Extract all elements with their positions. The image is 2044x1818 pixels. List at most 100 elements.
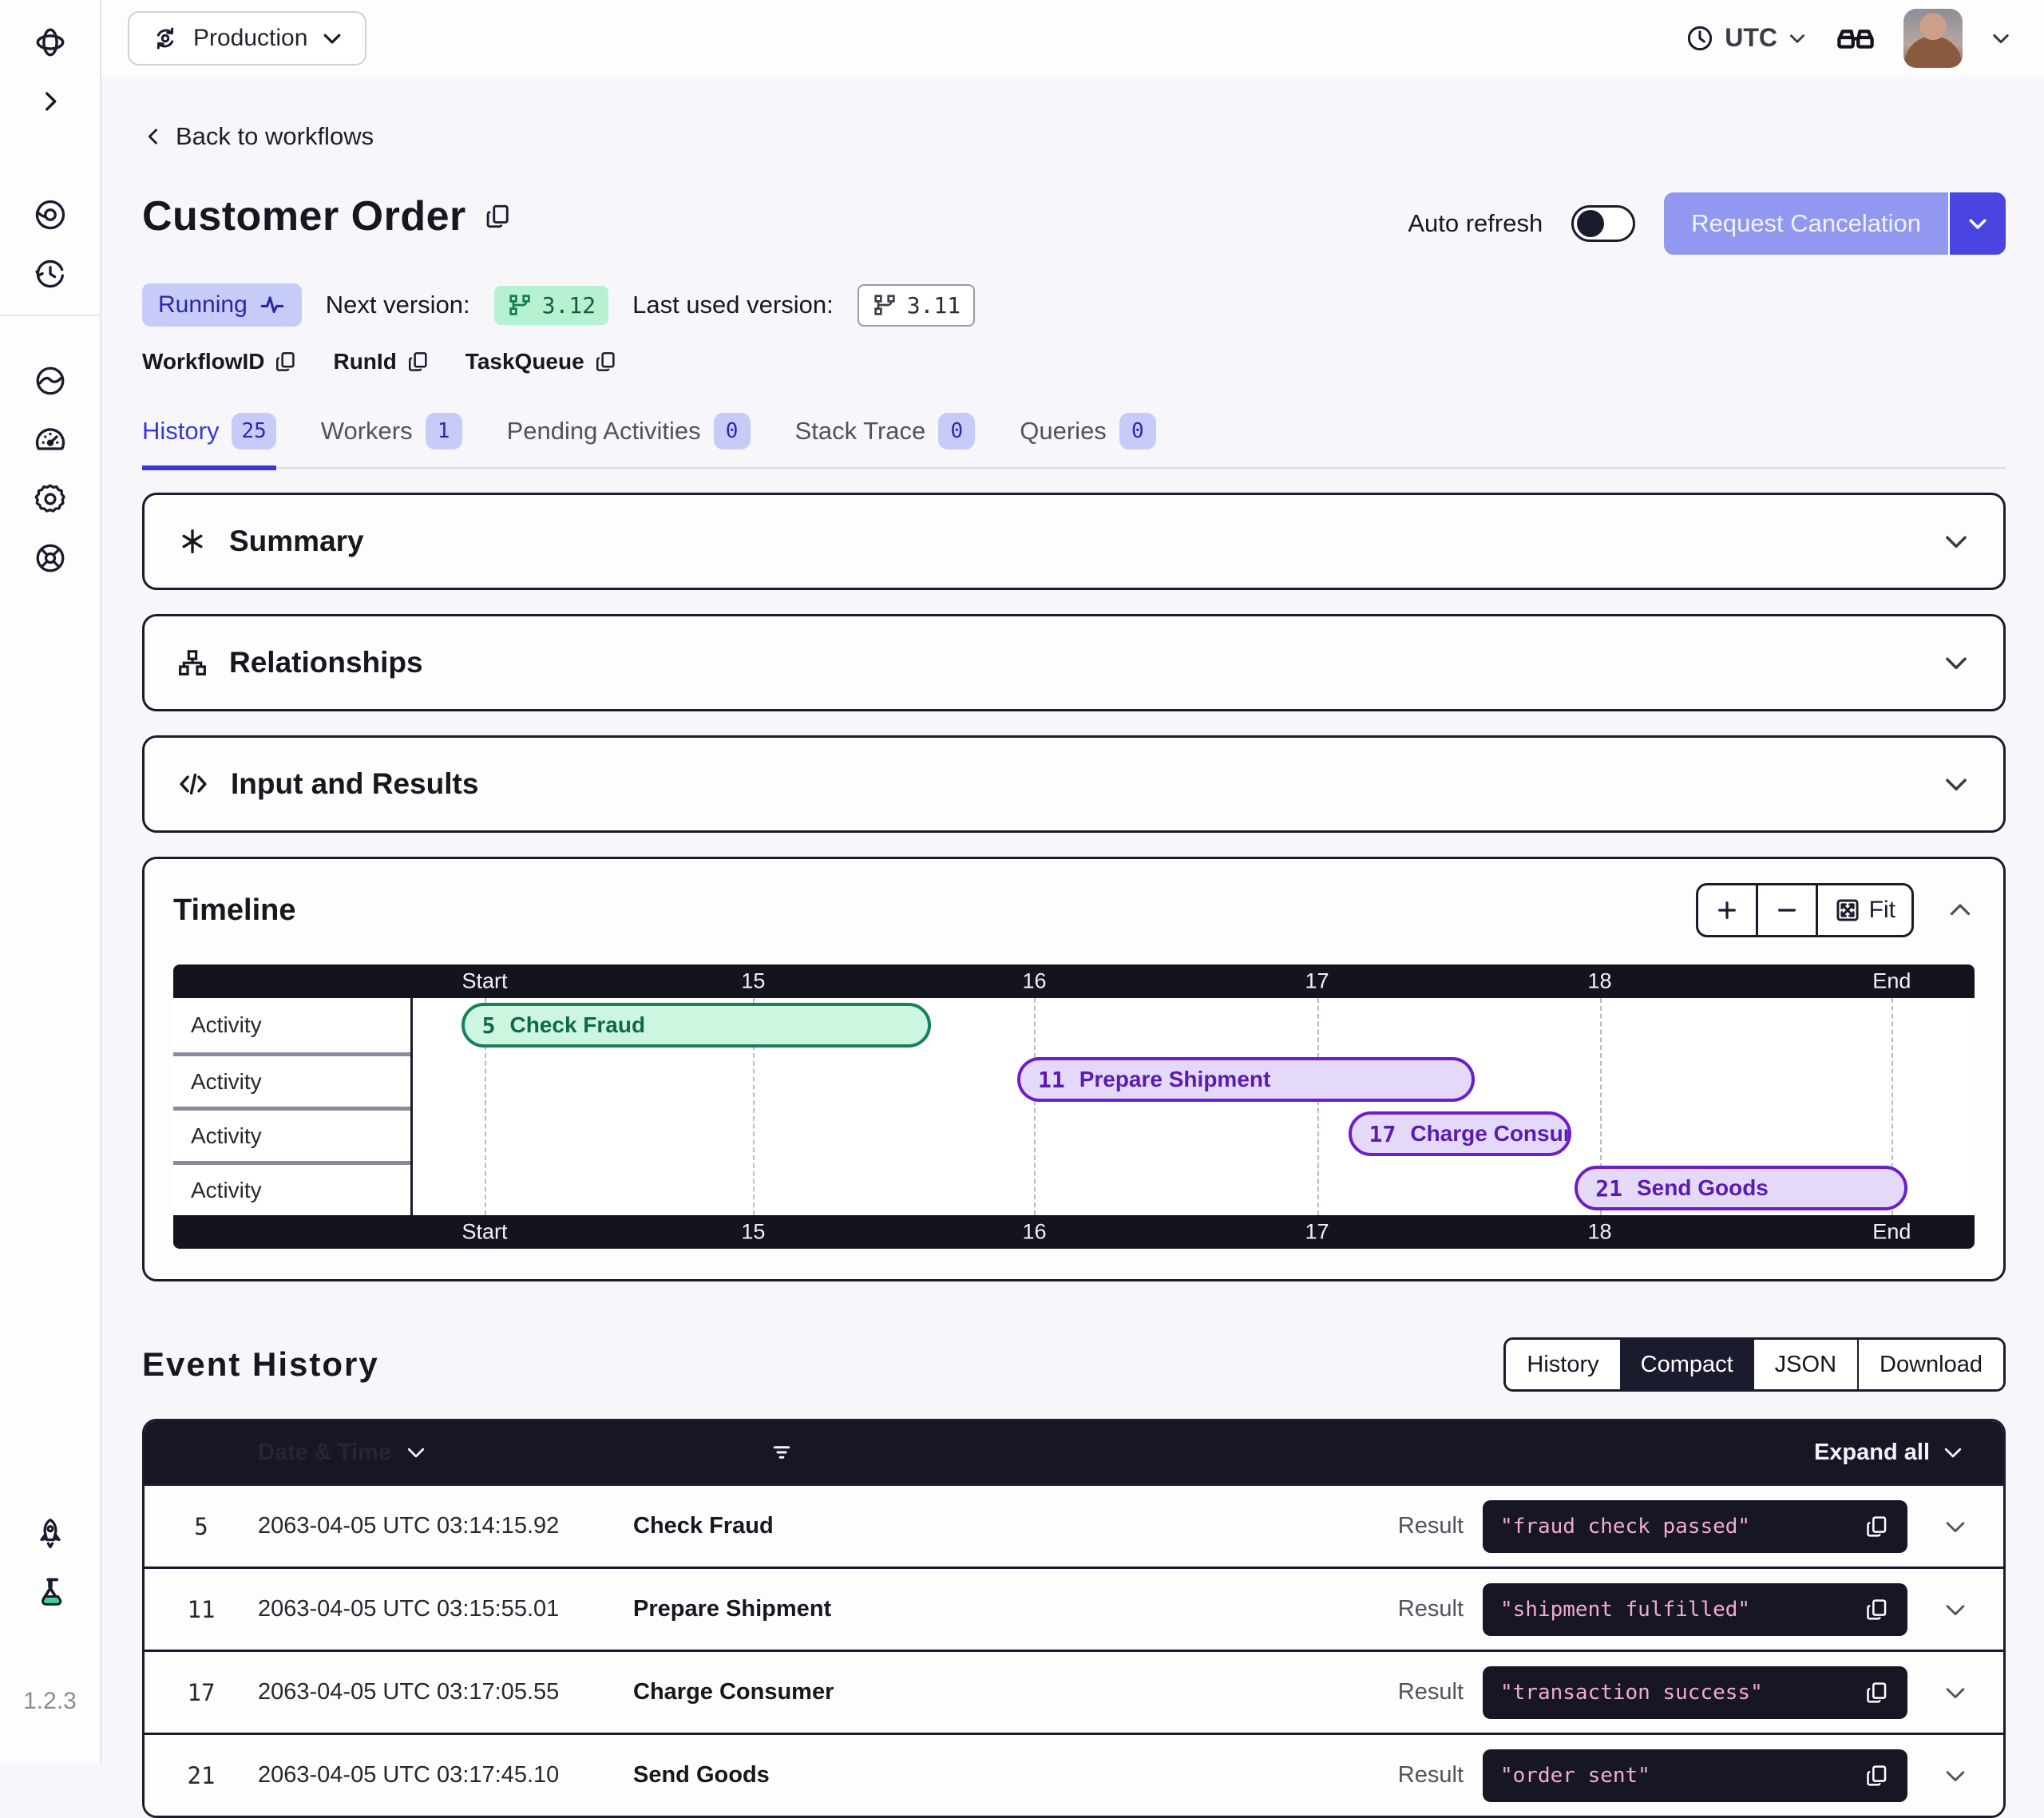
- input-results-section-toggle[interactable]: Input and Results: [142, 735, 2006, 833]
- result-label: Result: [1398, 1513, 1464, 1539]
- column-date-time[interactable]: Date & Time: [258, 1440, 633, 1466]
- timeline-row-label: Activity: [173, 1161, 410, 1215]
- row-expand-chevron-icon[interactable]: [1942, 1513, 1969, 1540]
- sidebar-expand-icon[interactable]: [32, 83, 69, 120]
- copy-title-icon[interactable]: [484, 202, 513, 231]
- chevron-left-icon: [142, 125, 164, 148]
- timeline-row-label: Activity: [173, 998, 410, 1052]
- tab-bar: History25 Workers1 Pending Activities0 S…: [142, 413, 2006, 469]
- timeline-row-label: Activity: [173, 1107, 410, 1161]
- tab-workers[interactable]: Workers1: [321, 413, 462, 470]
- sidebar-item-namespaces-icon[interactable]: [32, 362, 69, 399]
- result-value-pill[interactable]: "order sent": [1483, 1749, 1907, 1802]
- chevron-down-icon: [404, 1440, 428, 1464]
- row-expand-chevron-icon[interactable]: [1942, 1762, 1969, 1789]
- result-value-pill[interactable]: "fraud check passed": [1483, 1500, 1907, 1553]
- timeline-title: Timeline: [173, 893, 295, 928]
- timeline-track-area: 5Check Fraud 11Prepare Shipment 17Charge…: [413, 998, 1975, 1215]
- chevron-down-icon: [320, 26, 344, 50]
- labs-flask-icon[interactable]: [32, 1574, 69, 1611]
- view-mode-history[interactable]: History: [1506, 1340, 1619, 1389]
- timeline-tick-label: 18: [1588, 969, 1612, 994]
- request-cancelation-button[interactable]: Request Cancelation: [1664, 192, 1948, 255]
- view-mode-json[interactable]: JSON: [1754, 1340, 1857, 1389]
- timeline-zoom-out-button[interactable]: [1756, 885, 1816, 935]
- result-value-pill[interactable]: "transaction success": [1483, 1666, 1907, 1719]
- timezone-selector[interactable]: UTC: [1685, 23, 1808, 53]
- column-event-type[interactable]: Event Type: [633, 1440, 1192, 1466]
- fit-expand-icon: [1834, 897, 1861, 924]
- last-used-version-label: Last used version:: [632, 291, 834, 319]
- summary-section-toggle[interactable]: Summary: [142, 493, 2006, 590]
- event-row[interactable]: 21 2063-04-05 UTC 03:17:45.10 Send Goods…: [145, 1733, 2003, 1816]
- back-to-workflows-link[interactable]: Back to workflows: [142, 122, 2006, 151]
- event-row[interactable]: 11 2063-04-05 UTC 03:15:55.01 Prepare Sh…: [145, 1566, 2003, 1650]
- temporal-logo-icon[interactable]: [32, 24, 69, 61]
- row-expand-chevron-icon[interactable]: [1942, 1596, 1969, 1623]
- app-version: 1.2.3: [23, 1688, 77, 1715]
- timeline-tick-label: 17: [1305, 969, 1329, 994]
- avatar[interactable]: [1903, 9, 1963, 68]
- timeline-tick-label: 17: [1305, 1220, 1329, 1245]
- timeline-chart: Start 15 16 17 18 End Activity Activity Activ…: [173, 964, 1975, 1249]
- timeline-bar-prepare-shipment[interactable]: 11Prepare Shipment: [1017, 1057, 1475, 1102]
- event-table-header: Date & Time Event Type Expand all: [145, 1421, 2003, 1483]
- timeline-collapse-icon[interactable]: [1946, 896, 1975, 925]
- row-expand-chevron-icon[interactable]: [1942, 1679, 1969, 1706]
- result-label: Result: [1398, 1762, 1464, 1788]
- timeline-zoom-in-button[interactable]: [1698, 885, 1756, 935]
- chevron-down-icon: [1966, 212, 1990, 236]
- download-button[interactable]: Download: [1857, 1340, 2003, 1389]
- timeline-tick-label: Start: [461, 969, 507, 994]
- auto-refresh-label: Auto refresh: [1408, 209, 1543, 238]
- plus-icon: [1714, 897, 1740, 923]
- sidebar-item-usage-icon[interactable]: [32, 422, 69, 458]
- tab-stack-trace[interactable]: Stack Trace0: [795, 413, 976, 470]
- environment-label: Production: [193, 25, 307, 52]
- tab-pending-activities[interactable]: Pending Activities0: [507, 413, 751, 470]
- hierarchy-icon: [176, 647, 208, 679]
- event-view-switcher: History Compact JSON Download: [1503, 1337, 2006, 1392]
- branch-icon: [507, 292, 533, 318]
- view-mode-compact[interactable]: Compact: [1620, 1340, 1754, 1389]
- event-row[interactable]: 5 2063-04-05 UTC 03:14:15.92 Check Fraud…: [145, 1483, 2003, 1566]
- feedback-glasses-icon[interactable]: [1835, 18, 1876, 59]
- timeline-fit-button[interactable]: Fit: [1816, 885, 1911, 935]
- chevron-down-icon: [1941, 526, 1971, 556]
- tab-history[interactable]: History25: [142, 413, 276, 470]
- rocket-icon[interactable]: [32, 1515, 69, 1552]
- event-row[interactable]: 17 2063-04-05 UTC 03:17:05.55 Charge Con…: [145, 1650, 2003, 1733]
- top-bar: Production UTC: [101, 0, 2044, 76]
- timeline-bar-send-goods[interactable]: 21Send Goods: [1575, 1166, 1907, 1210]
- sidebar-item-settings-icon[interactable]: [32, 481, 69, 517]
- timeline-row-labels: Activity Activity Activity Activity: [173, 998, 413, 1215]
- timeline-bar-charge-consumer[interactable]: 17Charge Consumer: [1349, 1111, 1572, 1156]
- relationships-section-toggle[interactable]: Relationships: [142, 614, 2006, 711]
- chevron-down-icon: [1941, 1440, 1965, 1464]
- sidebar: 1.2.3: [0, 0, 101, 1763]
- timeline-section: Timeline Fit: [142, 857, 2006, 1281]
- copy-icon: [1864, 1514, 1890, 1539]
- next-version-badge: 3.12: [494, 286, 608, 325]
- tab-queries[interactable]: Queries0: [1020, 413, 1156, 470]
- status-badge: Running: [142, 283, 302, 327]
- task-queue-copy[interactable]: TaskQueue: [465, 349, 618, 374]
- copy-icon: [1864, 1763, 1890, 1788]
- workflow-id-copy[interactable]: WorkflowID: [142, 349, 298, 374]
- timeline-tick-label: End: [1872, 1220, 1911, 1245]
- sidebar-item-workflows-icon[interactable]: [32, 196, 69, 233]
- timeline-bar-check-fraud[interactable]: 5Check Fraud: [461, 1003, 932, 1048]
- filter-icon: [770, 1440, 794, 1464]
- expand-all-button[interactable]: Expand all: [1192, 1440, 2003, 1466]
- sidebar-item-schedules-icon[interactable]: [32, 255, 69, 292]
- run-id-copy[interactable]: RunId: [333, 349, 430, 374]
- timeline-tick-label: 16: [1022, 1220, 1046, 1245]
- auto-refresh-toggle[interactable]: [1571, 205, 1635, 242]
- account-chevron-down-icon[interactable]: [1990, 27, 2012, 50]
- result-value-pill[interactable]: "shipment fulfilled": [1483, 1583, 1907, 1636]
- sidebar-item-support-icon[interactable]: [32, 540, 69, 576]
- environment-selector[interactable]: Production: [128, 11, 366, 65]
- timeline-tick-label: 15: [741, 1220, 765, 1245]
- cancelation-menu-button[interactable]: [1948, 192, 2006, 255]
- copy-icon: [1864, 1680, 1890, 1705]
